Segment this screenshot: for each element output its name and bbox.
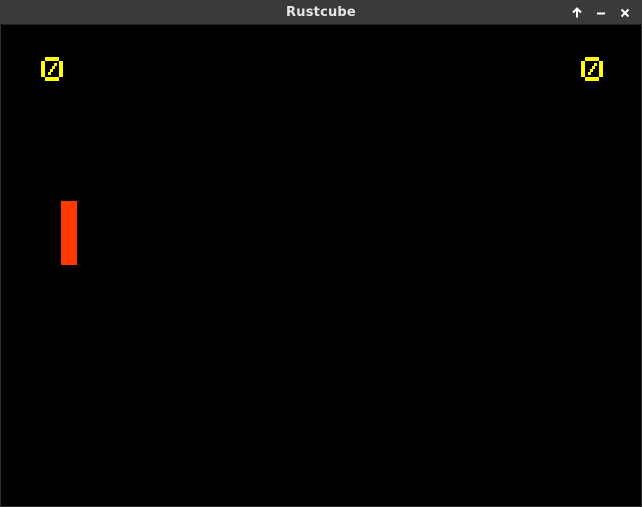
game-canvas[interactable]: 0 0: [1, 25, 641, 506]
close-icon: [619, 7, 631, 19]
minus-icon: [595, 7, 607, 19]
score-left-digit: [41, 57, 63, 81]
app-window: Rustcube: [0, 0, 642, 507]
maximize-button[interactable]: [568, 4, 586, 22]
arrow-up-icon: [571, 6, 583, 19]
close-button[interactable]: [616, 4, 634, 22]
score-right-digit: [581, 57, 603, 81]
window-title: Rustcube: [286, 5, 356, 20]
score-right: 0: [580, 56, 604, 82]
minimize-button[interactable]: [592, 4, 610, 22]
window-controls: [568, 0, 634, 25]
left-paddle: [61, 201, 77, 265]
score-left: 0: [40, 56, 64, 82]
title-bar[interactable]: Rustcube: [0, 0, 642, 25]
